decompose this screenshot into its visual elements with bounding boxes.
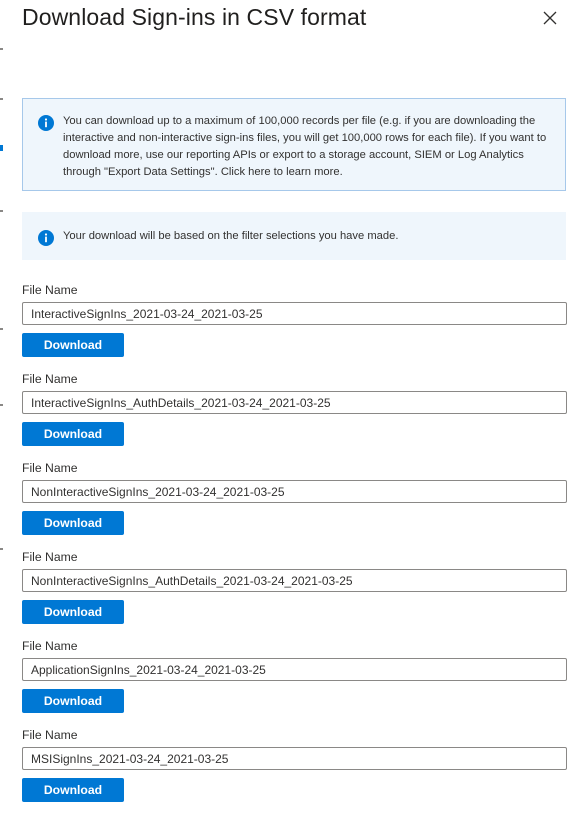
file-name-label: File Name	[22, 728, 78, 742]
download-button-noninteractive-authdetails[interactable]: Download	[22, 600, 124, 624]
download-button-noninteractive[interactable]: Download	[22, 511, 124, 535]
file-name-input-interactive-authdetails[interactable]	[22, 391, 567, 414]
edge-mark	[0, 328, 3, 330]
file-name-label: File Name	[22, 639, 78, 653]
file-name-label: File Name	[22, 283, 78, 297]
file-name-input-noninteractive-authdetails[interactable]	[22, 569, 567, 592]
download-button-interactive[interactable]: Download	[22, 333, 124, 357]
file-name-input-noninteractive[interactable]	[22, 480, 567, 503]
file-name-input-application[interactable]	[22, 658, 567, 681]
download-button-msi[interactable]: Download	[22, 778, 124, 802]
file-name-label: File Name	[22, 550, 78, 564]
file-name-label: File Name	[22, 372, 78, 386]
info-icon	[38, 230, 54, 246]
edge-mark	[0, 210, 3, 212]
file-name-label: File Name	[22, 461, 78, 475]
background-blade-edge	[0, 0, 6, 827]
edge-mark	[0, 145, 3, 151]
file-name-input-interactive[interactable]	[22, 302, 567, 325]
file-group-noninteractive: File Name Download	[22, 460, 567, 535]
edge-mark	[0, 48, 3, 50]
close-icon	[543, 11, 557, 25]
file-group-interactive-authdetails: File Name Download	[22, 371, 567, 446]
edge-mark	[0, 98, 3, 100]
filter-info-text: Your download will be based on the filte…	[63, 230, 399, 242]
file-group-application: File Name Download	[22, 638, 567, 713]
file-group-interactive: File Name Download	[22, 282, 567, 357]
close-button[interactable]	[538, 6, 562, 30]
panel-title: Download Sign-ins in CSV format	[22, 4, 367, 30]
edge-mark	[0, 548, 3, 550]
file-name-input-msi[interactable]	[22, 747, 567, 770]
info-message-text[interactable]: You can download up to a maximum of 100,…	[63, 113, 551, 181]
download-button-interactive-authdetails[interactable]: Download	[22, 422, 124, 446]
file-group-msi: File Name Download	[22, 727, 567, 802]
info-icon	[38, 115, 54, 131]
download-button-application[interactable]: Download	[22, 689, 124, 713]
info-message-bar: You can download up to a maximum of 100,…	[22, 98, 566, 191]
filter-info-bar: Your download will be based on the filte…	[22, 212, 566, 260]
file-group-noninteractive-authdetails: File Name Download	[22, 549, 567, 624]
edge-mark	[0, 404, 3, 406]
download-signins-panel: Download Sign-ins in CSV format You can …	[0, 0, 587, 827]
